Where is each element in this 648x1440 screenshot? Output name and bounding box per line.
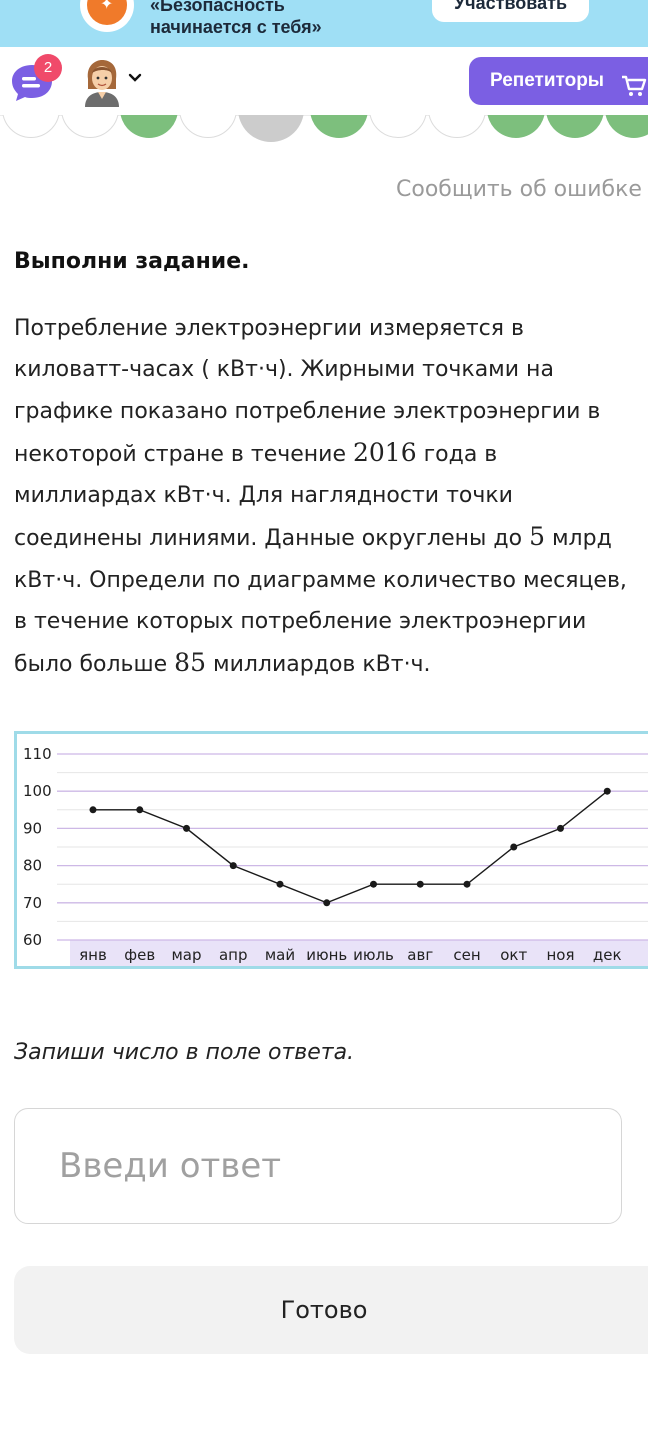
consumption-chart: 60 70 80 90 100 110 янв фев мар апр май июнь июль авг… xyxy=(14,731,648,969)
task-text-line: было больше 85 миллиардов кВт·ч. xyxy=(14,642,648,685)
task-text-line: миллиардах кВт·ч. Для наглядности точки xyxy=(14,475,648,516)
task-text-fragment: в течение которых потребление электроэне… xyxy=(14,609,587,635)
banner-text: «Безопасность начинается с тебя» xyxy=(150,0,322,38)
y-tick-label: 110 xyxy=(23,745,52,763)
banner-line-1: «Безопасность xyxy=(150,0,285,15)
progress-step-8[interactable] xyxy=(428,115,486,138)
task-text-fragment: было больше xyxy=(14,652,175,678)
x-tick-label: мар xyxy=(171,946,201,964)
data-point xyxy=(557,824,564,832)
data-point xyxy=(183,824,190,832)
answer-input[interactable] xyxy=(14,1108,622,1224)
task-text-line: Потребление электроэнергии измеряется в xyxy=(14,308,648,349)
progress-step-4[interactable] xyxy=(179,115,237,138)
task-text: Потребление электроэнергии измеряется в к… xyxy=(14,308,648,686)
task-text-fragment: некоторой стране в течение xyxy=(14,441,353,467)
data-point xyxy=(136,806,144,814)
x-tick-label: апр xyxy=(219,946,248,964)
data-point xyxy=(603,787,611,795)
data-point xyxy=(89,806,97,814)
task-text-line: в течение которых потребление электроэне… xyxy=(14,601,648,642)
chevron-down-icon[interactable] xyxy=(128,71,142,87)
progress-step-10[interactable] xyxy=(546,115,604,138)
x-tick-label: авг xyxy=(407,946,433,964)
data-point xyxy=(276,880,284,888)
data-point xyxy=(370,880,377,888)
task-number: 85 xyxy=(174,648,206,678)
participate-button[interactable]: Участвовать xyxy=(432,0,589,22)
task-title: Выполни задание. xyxy=(14,249,250,274)
task-text-fragment: года в xyxy=(416,441,498,467)
progress-step-2[interactable] xyxy=(61,115,119,138)
banner-line-2: начинается с тебя» xyxy=(150,17,322,37)
x-tick-label: окт xyxy=(500,946,527,964)
x-tick-label: янв xyxy=(79,946,107,964)
x-tick-label: фев xyxy=(124,946,155,964)
x-tick-label: ноя xyxy=(546,946,574,964)
y-tick-label: 80 xyxy=(23,857,42,875)
y-tick-label: 70 xyxy=(23,894,42,912)
task-text-fragment: кВт·ч. Определи по диаграмме количество … xyxy=(14,567,627,593)
task-text-fragment: млрд xyxy=(544,526,612,552)
task-text-fragment: соединены линиями. Данные округлены до xyxy=(14,526,530,552)
progress-step-6[interactable] xyxy=(310,115,368,138)
y-tick-label: 100 xyxy=(23,782,52,800)
progress-step-5[interactable] xyxy=(238,115,304,142)
progress-step-9[interactable] xyxy=(487,115,545,138)
x-tick-label: дек xyxy=(593,946,622,964)
cart-icon xyxy=(621,69,647,117)
task-progress xyxy=(0,115,648,145)
top-header: 2 Репетиторы xyxy=(0,47,648,116)
submit-button[interactable]: Готово xyxy=(14,1266,648,1354)
report-error-link[interactable]: Сообщить об ошибке xyxy=(396,177,642,202)
answer-instruction: Запиши число в поле ответа. xyxy=(14,1040,355,1065)
data-point xyxy=(416,880,424,888)
x-tick-label: июль xyxy=(353,946,394,964)
task-text-fragment: Потребление электроэнергии измеряется в xyxy=(14,316,524,341)
task-text-fragment: графике показано потребление электроэнер… xyxy=(14,398,601,424)
task-text-fragment: миллиардов кВт·ч. xyxy=(205,652,431,678)
x-tick-label: май xyxy=(265,946,295,964)
data-point xyxy=(463,880,471,888)
y-tick-label: 90 xyxy=(23,819,42,837)
task-text-line: графике показано потребление электроэнер… xyxy=(14,391,648,432)
task-text-line: киловатт-часах ( кВт·ч). Жирными точками… xyxy=(14,349,648,390)
data-point xyxy=(510,843,518,851)
banner-logo: ✦ xyxy=(80,0,134,32)
task-text-fragment: миллиардах кВт·ч. Для наглядности точки xyxy=(14,483,513,509)
avatar[interactable] xyxy=(82,59,122,111)
compass-icon: ✦ xyxy=(100,0,114,13)
promo-banner[interactable]: ✦ «Безопасность начинается с тебя» Участ… xyxy=(0,0,648,47)
progress-step-1[interactable] xyxy=(2,115,60,138)
x-tick-label: сен xyxy=(453,946,480,964)
tutors-button-label: Репетиторы xyxy=(490,70,605,91)
data-point xyxy=(229,862,237,870)
task-number: 2016 xyxy=(352,437,417,467)
data-point xyxy=(323,899,331,907)
notification-badge: 2 xyxy=(34,54,62,82)
progress-step-7[interactable] xyxy=(369,115,427,138)
progress-step-11[interactable] xyxy=(605,115,648,138)
task-number: 5 xyxy=(529,522,545,552)
x-tick-label: июнь xyxy=(306,946,347,964)
progress-step-3[interactable] xyxy=(120,115,178,138)
task-text-line: кВт·ч. Определи по диаграмме количество … xyxy=(14,560,648,601)
tutors-button[interactable]: Репетиторы xyxy=(469,57,648,105)
task-text-fragment: киловатт-часах ( кВт·ч). Жирными точками… xyxy=(14,357,554,383)
y-tick-label: 60 xyxy=(23,931,42,949)
task-text-line: некоторой стране в течение 2016 года в xyxy=(14,432,648,475)
task-text-line: соединены линиями. Данные округлены до 5… xyxy=(14,516,648,559)
chart-svg: 60 70 80 90 100 110 янв фев мар апр май июнь июль авг… xyxy=(23,745,648,966)
